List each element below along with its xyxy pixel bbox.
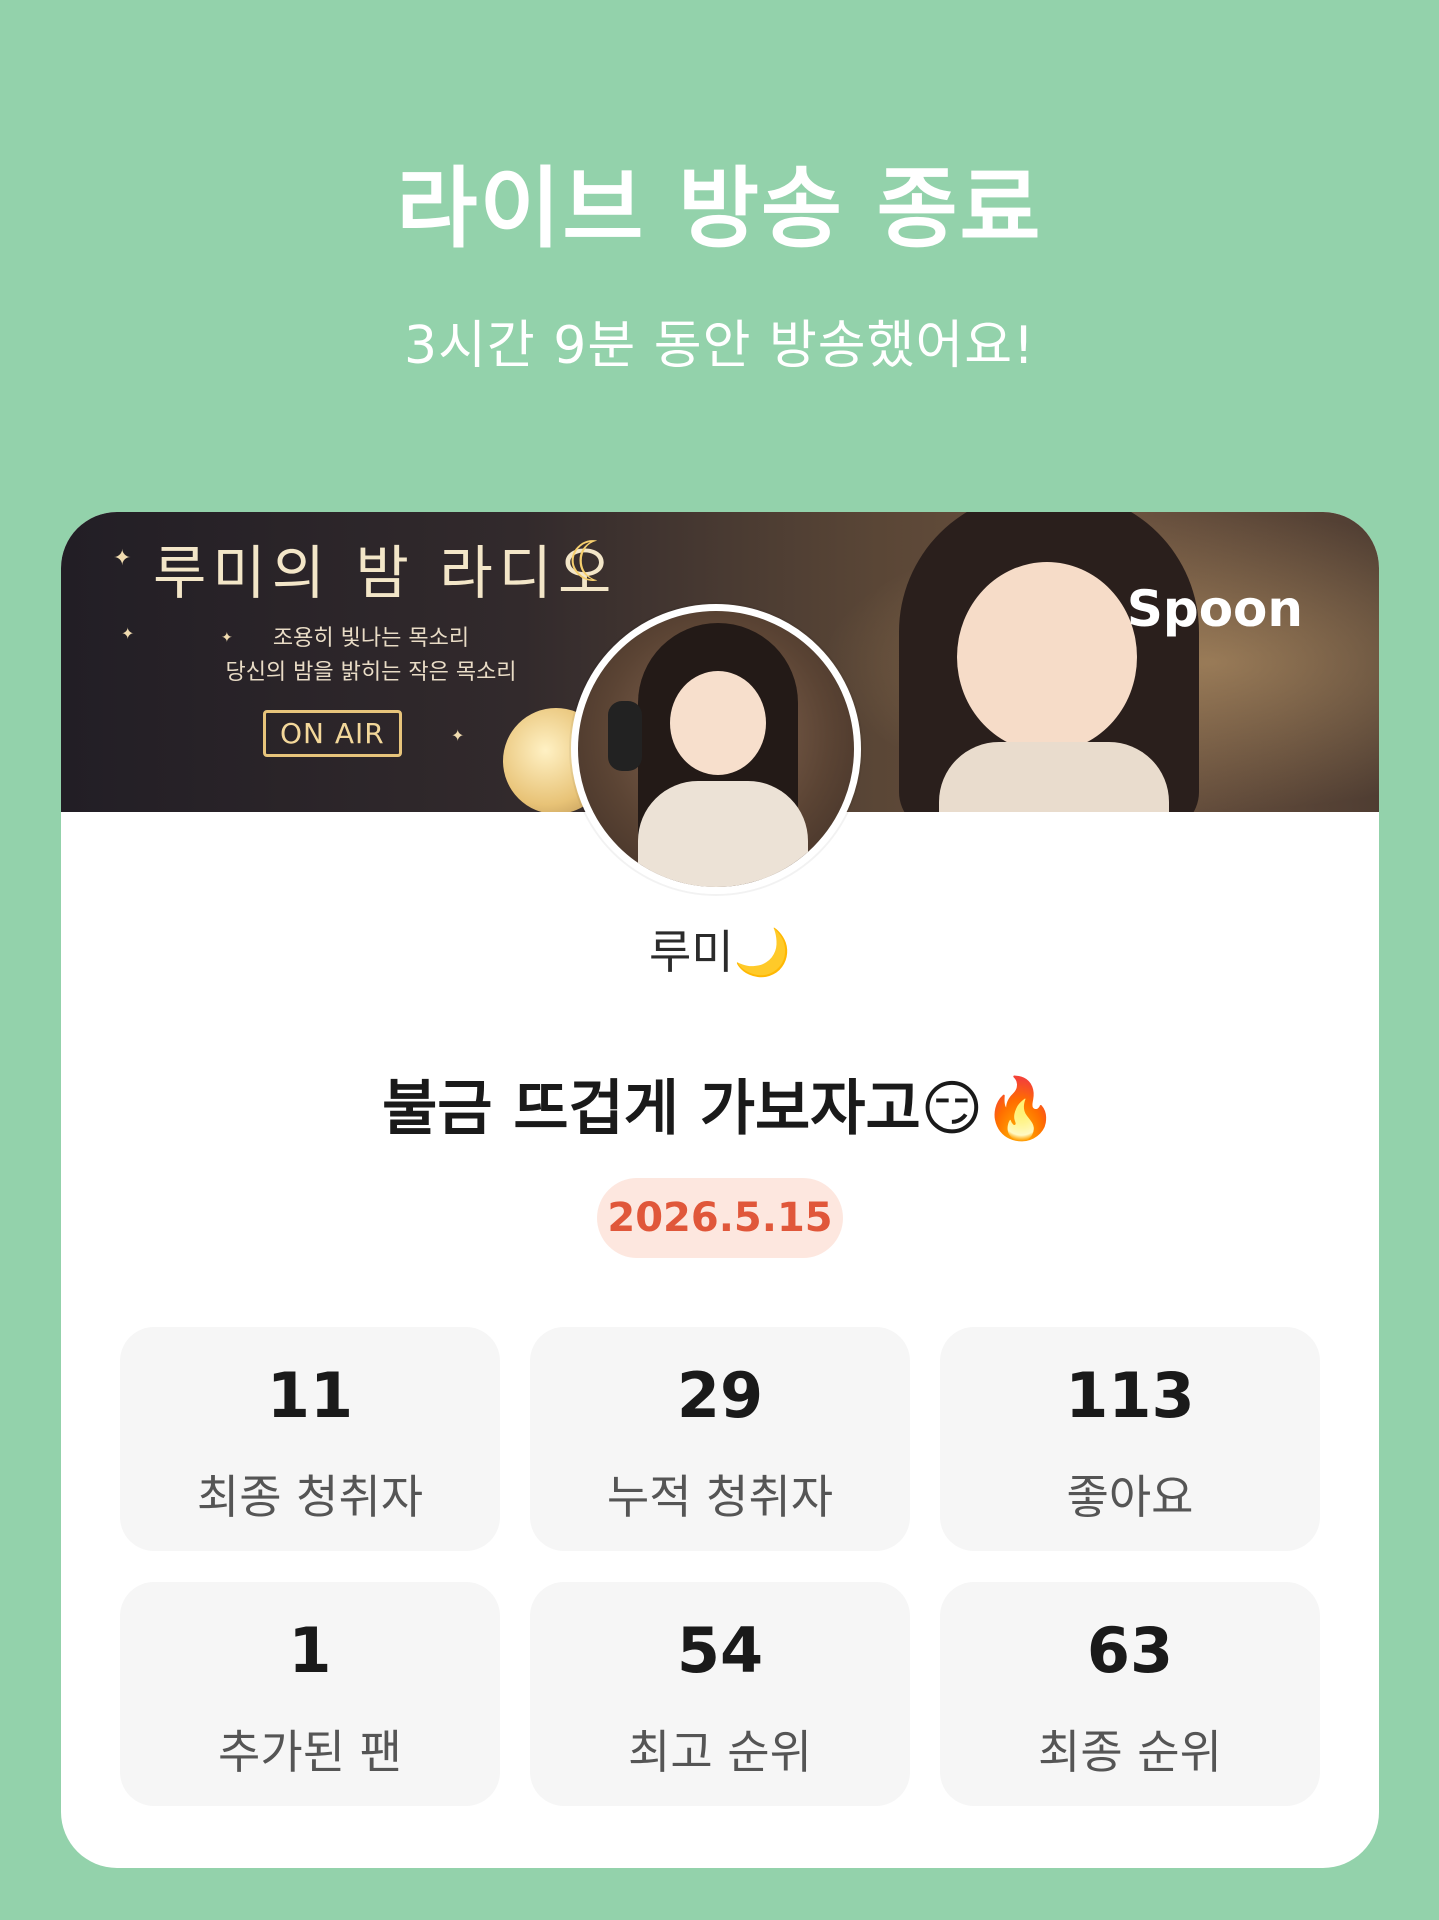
star-icon: ✦ xyxy=(113,546,132,571)
stat-highest-rank: 54 최고 순위 xyxy=(530,1582,910,1806)
star-icon: ✦ xyxy=(121,624,135,643)
stat-total-listeners: 29 누적 청취자 xyxy=(530,1327,910,1551)
moon-emoji-icon: 🌙 xyxy=(733,925,791,979)
banner-tagline: 조용히 빛나는 목소리 xyxy=(272,626,470,651)
banner-tagline: 당신의 밤을 밝히는 작은 목소리 xyxy=(225,660,517,685)
stat-value: 54 xyxy=(676,1614,764,1687)
stat-label: 추가된 팬 xyxy=(218,1725,402,1779)
spoon-logo: Spoon xyxy=(1126,580,1303,638)
microphone-icon xyxy=(608,701,642,771)
stat-likes: 113 좋아요 xyxy=(940,1327,1320,1551)
stat-value: 1 xyxy=(288,1614,332,1687)
stat-label: 최고 순위 xyxy=(628,1725,812,1779)
stat-label: 누적 청취자 xyxy=(606,1470,834,1524)
broadcast-duration: 3시간 9분 동안 방송했어요! xyxy=(403,316,1035,376)
page-title: 라이브 방송 종료 xyxy=(396,157,1043,260)
stat-value: 11 xyxy=(266,1359,354,1432)
stat-new-fans: 1 추가된 팬 xyxy=(120,1582,500,1806)
avatar[interactable] xyxy=(571,604,861,894)
broadcast-date-badge: 2026.5.15 xyxy=(597,1178,843,1258)
host-nickname[interactable]: 루미🌙 xyxy=(61,916,1379,982)
crescent-moon-icon: ☾ xyxy=(567,530,618,595)
broadcast-summary-card: ✦ ✦ ✦ ✦ 루미의 밤 라디오 ☾ 조용히 빛나는 목소리 당신의 밤을 밝… xyxy=(61,512,1379,1868)
banner-title: 루미의 밤 라디오 xyxy=(153,539,618,607)
stat-value: 29 xyxy=(676,1359,764,1432)
stat-label: 최종 순위 xyxy=(1038,1725,1222,1779)
stat-value: 63 xyxy=(1086,1614,1174,1687)
host-illustration xyxy=(899,512,1199,812)
stat-final-listeners: 11 최종 청취자 xyxy=(120,1327,500,1551)
nickname-text: 루미 xyxy=(649,925,734,979)
star-icon: ✦ xyxy=(451,726,465,745)
stat-label: 좋아요 xyxy=(1066,1470,1194,1524)
on-air-sign: ON AIR xyxy=(263,710,402,757)
stat-label: 최종 청취자 xyxy=(196,1470,424,1524)
broadcast-title: 불금 뜨겁게 가보자고😏🔥 xyxy=(382,1074,1058,1144)
stat-value: 113 xyxy=(1065,1359,1195,1432)
stat-final-rank: 63 최종 순위 xyxy=(940,1582,1320,1806)
